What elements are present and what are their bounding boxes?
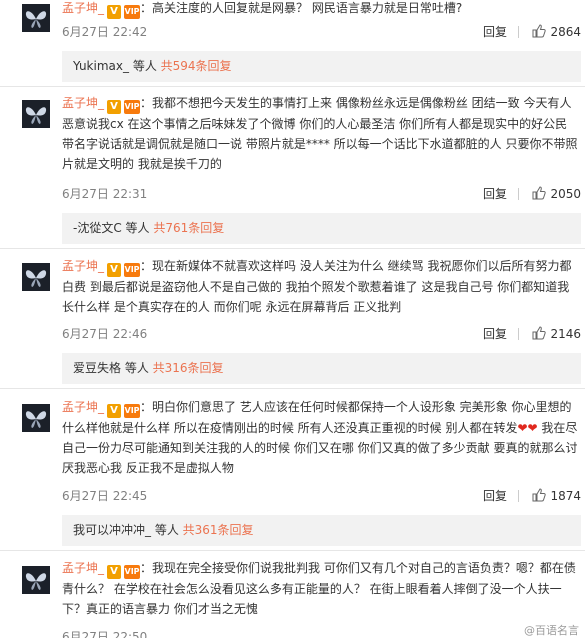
comment-body: 孟子坤_ V VIP：高关注度的人回复就是网暴？ 网民语言暴力就是日常吐槽? (62, 1, 463, 19)
comment-meta: 6月27日 22:42 回复 2864 (62, 22, 581, 42)
heart-emoji-icon: ❤❤ (517, 421, 538, 435)
timestamp: 6月27日 22:31 (62, 187, 148, 201)
butterfly-avatar[interactable] (22, 566, 50, 594)
vip-badge-icon: VIP (124, 404, 141, 418)
divider (0, 550, 585, 551)
username-link[interactable]: 孟子坤_ (62, 400, 104, 414)
thumbs-up-icon (532, 186, 547, 200)
divider (518, 188, 519, 200)
sub-reply-user[interactable]: Yukimax_ (73, 59, 129, 73)
vip-badge-icon: VIP (124, 263, 141, 277)
like-count: 2050 (550, 187, 581, 201)
divider (0, 248, 585, 249)
timestamp: 6月27日 22:46 (62, 327, 148, 341)
butterfly-avatar[interactable] (22, 263, 50, 291)
like-button[interactable]: 2864 (532, 22, 581, 42)
divider (518, 26, 519, 38)
comment-meta: 6月27日 22:31 回复 2050 (62, 184, 581, 204)
username-link[interactable]: 孟子坤_ (62, 96, 104, 110)
reply-button[interactable]: 回复 (483, 184, 507, 204)
like-button[interactable]: 2146 (532, 324, 581, 344)
verified-badge-icon: V (107, 5, 122, 19)
like-button[interactable]: 2050 (532, 184, 581, 204)
sub-replies-box[interactable]: -沈從文C 等人 共761条回复 (62, 213, 581, 244)
butterfly-avatar[interactable] (22, 100, 50, 128)
thumbs-up-icon (532, 24, 547, 38)
divider (518, 490, 519, 502)
comment-meta: 6月27日 22:50 (62, 627, 581, 638)
comment-meta: 6月27日 22:45 回复 1874 (62, 486, 581, 506)
watermark: @百语名言 (524, 624, 579, 637)
verified-badge-icon: V (107, 565, 122, 579)
vip-badge-icon: VIP (124, 5, 141, 19)
comment-text: 高关注度的人回复就是网暴？ 网民语言暴力就是日常吐槽? (152, 1, 463, 15)
more-replies-link[interactable]: 共316条回复 (153, 361, 224, 375)
username-link[interactable]: 孟子坤_ (62, 259, 104, 273)
thumbs-up-icon (532, 326, 547, 340)
username-link[interactable]: 孟子坤_ (62, 561, 104, 575)
like-count: 2864 (550, 25, 581, 39)
sub-replies-box[interactable]: Yukimax_ 等人 共594条回复 (62, 51, 581, 82)
verified-badge-icon: V (107, 263, 122, 277)
sub-reply-user[interactable]: 爱豆失格 (73, 361, 121, 375)
timestamp: 6月27日 22:50 (62, 630, 148, 638)
reply-button[interactable]: 回复 (483, 324, 507, 344)
more-replies-link[interactable]: 共594条回复 (161, 59, 232, 73)
comment-body: 孟子坤_ V VIP：我现在完全接受你们说我批判我 可你们又有几个对自己的言语负责？… (62, 561, 576, 616)
timestamp: 6月27日 22:45 (62, 489, 148, 503)
more-replies-link[interactable]: 共361条回复 (183, 523, 254, 537)
vip-badge-icon: VIP (124, 565, 141, 579)
comment-body: 孟子坤_ V VIP：明白你们意思了 艺人应该在任何时候都保持一个人设形象 完美形象… (62, 400, 578, 475)
comment-body: 孟子坤_ V VIP：我都不想把今天发生的事情打上来 偶像粉丝永远是偶像粉丝 团结一… (62, 96, 578, 171)
more-replies-link[interactable]: 共761条回复 (153, 221, 224, 235)
sub-reply-user[interactable]: -沈從文C (73, 221, 122, 235)
sub-replies-box[interactable]: 我可以冲冲冲_ 等人 共361条回复 (62, 515, 581, 546)
comment-meta: 6月27日 22:46 回复 2146 (62, 324, 581, 344)
butterfly-avatar[interactable] (22, 404, 50, 432)
divider (0, 388, 585, 389)
like-count: 2146 (550, 327, 581, 341)
butterfly-avatar[interactable] (22, 4, 50, 32)
username-link[interactable]: 孟子坤_ (62, 1, 104, 15)
like-count: 1874 (550, 489, 581, 503)
reply-button[interactable]: 回复 (483, 486, 507, 506)
verified-badge-icon: V (107, 404, 122, 418)
divider (0, 86, 585, 87)
divider (518, 328, 519, 340)
sub-reply-user[interactable]: 我可以冲冲冲_ (73, 523, 151, 537)
verified-badge-icon: V (107, 100, 122, 114)
thumbs-up-icon (532, 488, 547, 502)
reply-button[interactable]: 回复 (483, 22, 507, 42)
sub-replies-box[interactable]: 爱豆失格 等人 共316条回复 (62, 353, 581, 384)
vip-badge-icon: VIP (124, 100, 141, 114)
timestamp: 6月27日 22:42 (62, 25, 148, 39)
comment-body: 孟子坤_ V VIP：现在新媒体不就喜欢这样吗 没人关注为什么 继续骂 我祝愿你们以… (62, 259, 572, 314)
like-button[interactable]: 1874 (532, 486, 581, 506)
